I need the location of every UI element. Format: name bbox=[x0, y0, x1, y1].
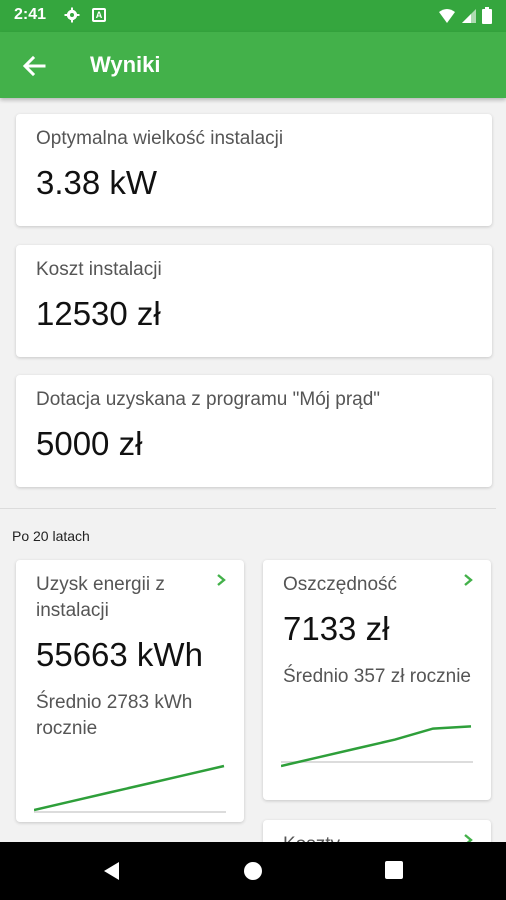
result-value: 5000 zł bbox=[36, 425, 143, 462]
energy-trend-line bbox=[34, 764, 225, 812]
result-card-subsidy: Dotacja uzyskana z programu "Mój prąd" 5… bbox=[16, 375, 492, 487]
result-label: Optymalna wielkość instalacji bbox=[36, 128, 284, 149]
a-icon: A bbox=[92, 8, 106, 22]
signal-icon bbox=[462, 8, 476, 23]
app-bar: Wyniki bbox=[0, 32, 506, 98]
energy-sparkline bbox=[34, 764, 226, 813]
chevron-right-icon[interactable] bbox=[461, 832, 475, 842]
chevron-right-icon[interactable] bbox=[461, 572, 475, 588]
wifi-icon bbox=[439, 8, 455, 23]
energy-label: Uzysk energii z instalacji bbox=[36, 574, 165, 621]
status-bar: 2:41 A bbox=[0, 0, 506, 32]
costs-label: Koszty bbox=[283, 832, 453, 842]
result-label: Koszt instalacji bbox=[36, 259, 162, 280]
result-label: Dotacja uzyskana z programu "Mój prąd" bbox=[36, 389, 381, 410]
section-title: Po 20 latach bbox=[12, 528, 90, 544]
divider bbox=[0, 508, 496, 509]
status-time: 2:41 bbox=[14, 6, 47, 23]
result-card-cost: Koszt instalacji 12530 zł bbox=[16, 245, 492, 357]
recents-square-icon[interactable] bbox=[385, 861, 403, 879]
gear-icon bbox=[64, 7, 80, 23]
battery-icon bbox=[482, 7, 492, 24]
savings-average: Średnio 357 zł rocznie bbox=[283, 666, 471, 687]
energy-card[interactable]: Uzysk energii z instalacji 55663 kWh Śre… bbox=[16, 560, 244, 822]
arrow-left-icon[interactable] bbox=[18, 50, 50, 82]
savings-card[interactable]: Oszczędność 7133 zł Średnio 357 zł roczn… bbox=[263, 560, 491, 800]
result-card-size: Optymalna wielkość instalacji 3.38 kW bbox=[16, 114, 492, 226]
energy-average: Średnio 2783 kWh rocznie bbox=[36, 692, 193, 739]
system-nav-bar bbox=[0, 842, 506, 900]
energy-value: 55663 kWh bbox=[36, 636, 203, 673]
savings-label: Oszczędność bbox=[283, 574, 398, 595]
home-circle-icon[interactable] bbox=[243, 861, 263, 881]
results-content[interactable]: Optymalna wielkość instalacji 3.38 kW Ko… bbox=[0, 98, 506, 842]
savings-trend-line bbox=[281, 725, 472, 768]
savings-sparkline bbox=[281, 725, 473, 768]
costs-card[interactable]: Koszty bbox=[263, 820, 491, 842]
status-icons bbox=[438, 7, 492, 24]
chevron-right-icon[interactable] bbox=[214, 572, 228, 588]
savings-value: 7133 zł bbox=[283, 610, 390, 647]
back-triangle-icon[interactable] bbox=[102, 861, 120, 881]
result-value: 12530 zł bbox=[36, 295, 161, 332]
result-value: 3.38 kW bbox=[36, 164, 158, 201]
page-title: Wyniki bbox=[90, 52, 161, 77]
